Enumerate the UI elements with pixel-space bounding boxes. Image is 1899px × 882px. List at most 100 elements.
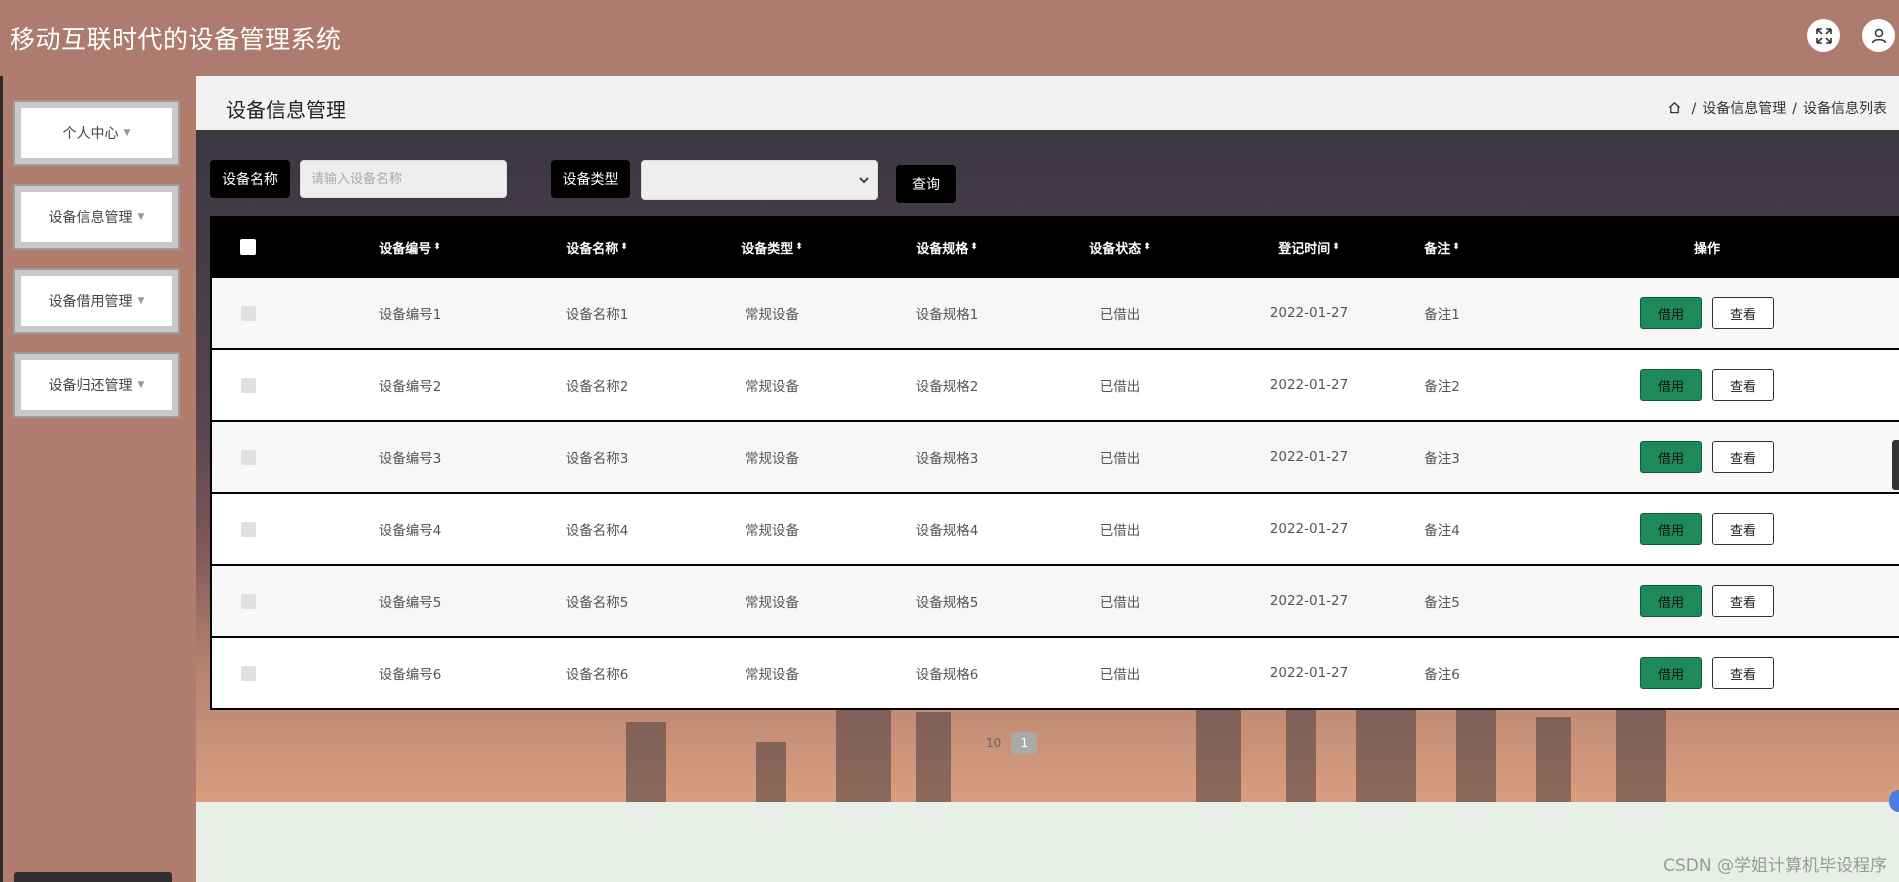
cell-device-spec: 设备规格2 <box>915 379 979 395</box>
cell-register-date: 2022-01-27 <box>1269 593 1349 609</box>
column-header[interactable]: 登记时间 ⬍ <box>1244 218 1374 276</box>
query-button[interactable]: 查询 <box>896 165 956 203</box>
column-header[interactable]: 设备类型 ⬍ <box>707 218 837 276</box>
cell-note: 备注1 <box>1424 307 1460 323</box>
background-building <box>756 742 786 802</box>
sort-icon: ⬍ <box>1143 242 1151 252</box>
cell-note: 备注3 <box>1424 451 1460 467</box>
select-all-checkbox[interactable] <box>230 218 266 276</box>
sidebar-bottom-bar <box>14 872 172 882</box>
sort-icon: ⬍ <box>433 242 441 252</box>
cell-device-id: 设备编号6 <box>378 667 442 683</box>
view-button[interactable]: 查看 <box>1712 369 1774 401</box>
sidebar-item-device-return[interactable]: 设备归还管理 ▼ <box>13 352 180 418</box>
expand-icon[interactable] <box>1807 19 1840 52</box>
app-title: 移动互联时代的设备管理系统 <box>10 25 342 54</box>
borrow-button[interactable]: 借用 <box>1640 441 1702 473</box>
breadcrumb: / 设备信息管理 / 设备信息列表 <box>1668 98 1887 118</box>
sort-icon: ⬍ <box>620 242 628 252</box>
device-type-select[interactable] <box>641 160 878 200</box>
row-checkbox[interactable] <box>230 494 266 564</box>
column-header[interactable]: 设备编号 ⬍ <box>345 218 475 276</box>
table-row: 设备编号4 设备名称4 常规设备 设备规格4 已借出 2022-01-27 备注… <box>212 492 1899 564</box>
page-size[interactable]: 10 <box>986 736 1001 750</box>
view-button[interactable]: 查看 <box>1712 513 1774 545</box>
user-icon[interactable] <box>1862 19 1895 52</box>
page-title: 设备信息管理 <box>226 98 346 122</box>
borrow-button[interactable]: 借用 <box>1640 369 1702 401</box>
view-button[interactable]: 查看 <box>1712 441 1774 473</box>
borrow-button[interactable]: 借用 <box>1640 585 1702 617</box>
sidebar-item-label: 设备借用管理 <box>48 294 133 310</box>
background-building <box>916 712 951 802</box>
row-checkbox[interactable] <box>230 638 266 708</box>
cell-device-id: 设备编号2 <box>378 379 442 395</box>
row-checkbox[interactable] <box>230 350 266 420</box>
cell-note: 备注4 <box>1424 523 1460 539</box>
sidebar-item-personal-center[interactable]: 个人中心 ▼ <box>13 100 180 166</box>
cell-device-name: 设备名称2 <box>565 379 629 395</box>
caret-down-icon: ▼ <box>137 296 145 306</box>
background-building <box>626 722 666 802</box>
home-icon[interactable] <box>1668 101 1685 117</box>
cell-device-type: 常规设备 <box>745 523 799 539</box>
column-header[interactable]: 设备规格 ⬍ <box>882 218 1012 276</box>
view-button[interactable]: 查看 <box>1712 297 1774 329</box>
sidebar-item-device-borrow[interactable]: 设备借用管理 ▼ <box>13 268 180 334</box>
sort-icon: ⬍ <box>795 242 803 252</box>
cell-device-name: 设备名称5 <box>565 595 629 611</box>
borrow-button[interactable]: 借用 <box>1640 297 1702 329</box>
cell-device-spec: 设备规格3 <box>915 451 979 467</box>
borrow-button[interactable]: 借用 <box>1640 513 1702 545</box>
chevron-down-icon <box>859 173 869 187</box>
caret-down-icon: ▼ <box>137 380 145 390</box>
cell-device-spec: 设备规格6 <box>915 667 979 683</box>
table-row: 设备编号3 设备名称3 常规设备 设备规格3 已借出 2022-01-27 备注… <box>212 420 1899 492</box>
cell-note: 备注2 <box>1424 379 1460 395</box>
row-checkbox[interactable] <box>230 278 266 348</box>
cell-device-id: 设备编号5 <box>378 595 442 611</box>
background-building <box>1356 707 1416 802</box>
floating-indicator[interactable] <box>1889 790 1899 812</box>
column-header[interactable]: 备注 ⬍ <box>1387 218 1497 276</box>
cell-device-status: 已借出 <box>1099 379 1141 395</box>
row-checkbox[interactable] <box>230 566 266 636</box>
device-type-label: 设备类型 <box>551 160 630 198</box>
column-header[interactable]: 设备状态 ⬍ <box>1055 218 1185 276</box>
breadcrumb-item-current: 设备信息列表 <box>1803 101 1887 117</box>
cell-device-name: 设备名称3 <box>565 451 629 467</box>
cell-device-status: 已借出 <box>1099 523 1141 539</box>
watermark: CSDN @学姐计算机毕设程序 <box>1663 856 1887 876</box>
breadcrumb-item[interactable]: 设备信息管理 <box>1702 101 1786 117</box>
panel-divider <box>196 130 1899 138</box>
cell-note: 备注5 <box>1424 595 1460 611</box>
page-number-current[interactable]: 1 <box>1011 732 1038 754</box>
sidebar-item-label: 个人中心 <box>62 126 119 142</box>
borrow-button[interactable]: 借用 <box>1640 657 1702 689</box>
background-building <box>1536 717 1571 802</box>
view-button[interactable]: 查看 <box>1712 585 1774 617</box>
pagination: 10 1 <box>986 732 1038 754</box>
cell-register-date: 2022-01-27 <box>1269 521 1349 537</box>
sort-icon: ⬍ <box>970 242 978 252</box>
column-header[interactable]: 设备名称 ⬍ <box>532 218 662 276</box>
cell-device-type: 常规设备 <box>745 595 799 611</box>
cell-device-name: 设备名称6 <box>565 667 629 683</box>
side-scroll-handle[interactable] <box>1892 440 1899 490</box>
table-row: 设备编号6 设备名称6 常规设备 设备规格6 已借出 2022-01-27 备注… <box>212 636 1899 708</box>
caret-down-icon: ▼ <box>123 128 131 138</box>
cell-device-status: 已借出 <box>1099 595 1141 611</box>
table-row: 设备编号5 设备名称5 常规设备 设备规格5 已借出 2022-01-27 备注… <box>212 564 1899 636</box>
cell-register-date: 2022-01-27 <box>1269 305 1349 321</box>
sidebar-item-label: 设备信息管理 <box>48 210 133 226</box>
sidebar-item-device-info[interactable]: 设备信息管理 ▼ <box>13 184 180 250</box>
view-button[interactable]: 查看 <box>1712 657 1774 689</box>
main-panel: 设备名称 设备类型 查询 设备编号⬍ 设备名称⬍ 设备类型⬍ 设备规格⬍ 设备状… <box>196 130 1899 802</box>
cell-device-id: 设备编号4 <box>378 523 442 539</box>
device-table: 设备编号 ⬍ 设备名称 ⬍ 设备类型 ⬍ 设备规格 ⬍ 设备状态 ⬍ 登记时间 ⬍ 备注 ⬍ … <box>210 216 1899 710</box>
cell-device-spec: 设备规格4 <box>915 523 979 539</box>
device-name-input[interactable] <box>300 160 507 198</box>
sidebar-item-label: 设备归还管理 <box>48 378 133 394</box>
top-bar: 移动互联时代的设备管理系统 <box>0 0 1899 76</box>
row-checkbox[interactable] <box>230 422 266 492</box>
